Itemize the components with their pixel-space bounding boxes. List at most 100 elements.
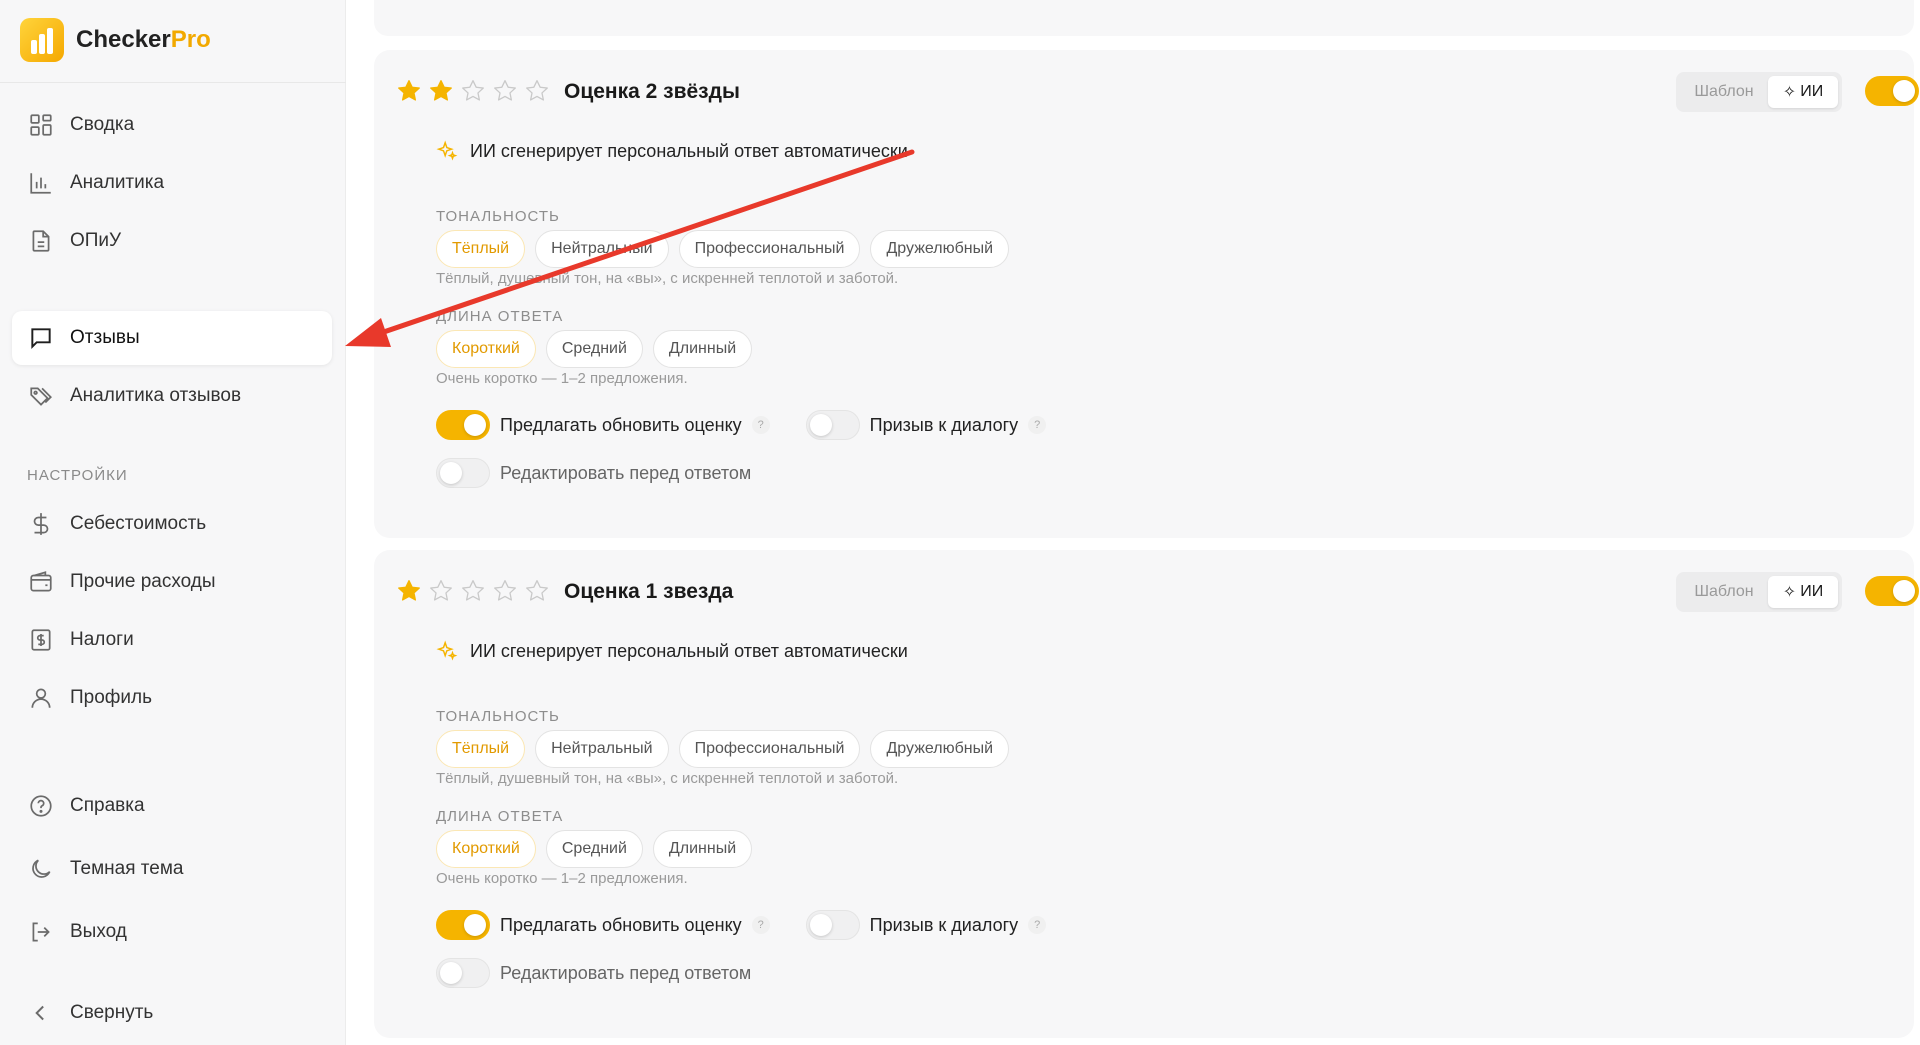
mode-ai-button[interactable]: ✧ ИИ bbox=[1768, 576, 1838, 608]
star-icon bbox=[398, 580, 420, 601]
tone-option-neutral[interactable]: Нейтральный bbox=[535, 730, 669, 768]
card-enabled-toggle[interactable] bbox=[1865, 576, 1919, 606]
tone-hint: Тёплый, душевный тон, на «вы», с искренн… bbox=[436, 770, 899, 787]
rating-card-1-star: Оценка 1 звезда Шаблон ✧ ИИ ИИ сгенерируе… bbox=[374, 550, 1919, 1038]
sidebar-item-review-analytics[interactable]: Аналитика отзывов bbox=[12, 369, 332, 423]
edit-row: Редактировать перед ответом bbox=[436, 458, 751, 488]
star-rating bbox=[396, 578, 550, 604]
tags-icon bbox=[30, 387, 52, 406]
sidebar-item-summary[interactable]: Сводка bbox=[12, 98, 332, 152]
star-empty-icon bbox=[430, 580, 452, 601]
length-hint: Очень коротко — 1–2 предложения. bbox=[436, 370, 688, 387]
dialog-call-label: Призыв к диалогу bbox=[869, 914, 1019, 935]
options-row: Предлагать обновить оценку ? Призыв к ди… bbox=[436, 410, 1047, 440]
card-enabled-toggle[interactable] bbox=[1865, 76, 1919, 106]
tone-option-professional[interactable]: Профессиональный bbox=[678, 730, 861, 768]
mode-switch: Шаблон ✧ ИИ bbox=[1676, 72, 1842, 112]
brand-logo[interactable]: CheckerPro bbox=[20, 18, 211, 62]
update-rating-label: Предлагать обновить оценку bbox=[500, 414, 742, 435]
star-empty-icon bbox=[526, 80, 548, 101]
mode-template-button[interactable]: Шаблон bbox=[1680, 576, 1768, 608]
tone-option-neutral[interactable]: Нейтральный bbox=[535, 230, 669, 268]
star-rating bbox=[396, 78, 550, 104]
ai-info-text: ИИ сгенерирует персональный ответ автома… bbox=[470, 640, 908, 661]
edit-before-reply-toggle[interactable] bbox=[436, 958, 490, 988]
previous-card-bottom bbox=[374, 0, 1914, 36]
sidebar-item-label: Аналитика отзывов bbox=[70, 385, 242, 406]
settings-section-title: НАСТРОЙКИ bbox=[27, 467, 128, 484]
sparkle-icon bbox=[436, 140, 458, 161]
tone-option-warm[interactable]: Тёплый bbox=[436, 730, 526, 768]
length-option-short[interactable]: Короткий bbox=[436, 330, 536, 368]
star-empty-icon bbox=[462, 580, 484, 601]
update-rating-toggle[interactable] bbox=[436, 410, 490, 440]
brand-name: CheckerPro bbox=[76, 26, 211, 53]
star-icon bbox=[430, 80, 452, 101]
length-label: ДЛИНА ОТВЕТА bbox=[436, 808, 564, 825]
tone-option-professional[interactable]: Профессиональный bbox=[678, 230, 861, 268]
dollar-icon bbox=[33, 513, 49, 535]
mode-ai-label: ИИ bbox=[1800, 583, 1824, 600]
help-icon[interactable]: ? bbox=[1028, 916, 1047, 934]
star-icon bbox=[398, 80, 420, 101]
sidebar-collapse-button[interactable]: Свернуть bbox=[12, 986, 332, 1040]
star-empty-icon bbox=[526, 580, 548, 601]
sidebar-item-logout[interactable]: Выход bbox=[12, 905, 332, 959]
sidebar-item-label: Прочие расходы bbox=[70, 571, 216, 592]
dashboard-icon bbox=[30, 114, 52, 136]
sidebar: CheckerPro Сводка Аналитика ОПиУ Отзывы … bbox=[0, 0, 346, 1045]
star-empty-icon bbox=[494, 580, 516, 601]
sidebar-item-cost[interactable]: Себестоимость bbox=[12, 497, 332, 551]
mode-template-button[interactable]: Шаблон bbox=[1680, 76, 1768, 108]
document-icon bbox=[32, 230, 50, 252]
length-option-medium[interactable]: Средний bbox=[545, 830, 643, 868]
sidebar-item-label: Темная тема bbox=[70, 858, 184, 879]
dialog-call-toggle[interactable] bbox=[805, 410, 860, 440]
mode-ai-label: ИИ bbox=[1800, 83, 1824, 100]
sidebar-item-profile[interactable]: Профиль bbox=[12, 671, 332, 725]
star-empty-icon bbox=[494, 80, 516, 101]
sidebar-item-other-expenses[interactable]: Прочие расходы bbox=[12, 555, 332, 609]
star-empty-icon bbox=[462, 80, 484, 101]
sidebar-item-help[interactable]: Справка bbox=[12, 779, 332, 833]
sidebar-item-opiu[interactable]: ОПиУ bbox=[12, 214, 332, 268]
sparkle-icon: ✧ bbox=[1782, 584, 1797, 601]
tone-label: ТОНАЛЬНОСТЬ bbox=[436, 708, 560, 725]
sidebar-item-label: Отзывы bbox=[70, 327, 140, 348]
moon-icon bbox=[32, 859, 51, 878]
dialog-call-label: Призыв к диалогу bbox=[869, 414, 1019, 435]
card-title: Оценка 2 звёзды bbox=[564, 80, 740, 103]
help-icon[interactable]: ? bbox=[751, 416, 770, 434]
help-icon[interactable]: ? bbox=[751, 916, 770, 934]
length-options: Короткий Средний Длинный bbox=[436, 830, 753, 868]
sidebar-item-label: Налоги bbox=[70, 629, 134, 650]
help-icon[interactable]: ? bbox=[1028, 416, 1047, 434]
sidebar-divider bbox=[0, 82, 346, 83]
sidebar-item-taxes[interactable]: Налоги bbox=[12, 613, 332, 667]
update-rating-label: Предлагать обновить оценку bbox=[500, 914, 742, 935]
sidebar-item-label: Профиль bbox=[70, 687, 153, 708]
ai-info-text: ИИ сгенерирует персональный ответ автома… bbox=[470, 140, 908, 161]
sidebar-item-reviews[interactable]: Отзывы bbox=[12, 311, 332, 365]
message-icon bbox=[31, 328, 51, 350]
length-option-long[interactable]: Длинный bbox=[652, 830, 753, 868]
tone-option-warm[interactable]: Тёплый bbox=[436, 230, 526, 268]
tone-option-friendly[interactable]: Дружелюбный bbox=[870, 730, 1010, 768]
mode-ai-button[interactable]: ✧ ИИ bbox=[1768, 76, 1838, 108]
dialog-call-toggle[interactable] bbox=[805, 910, 860, 940]
rating-card-2-stars: Оценка 2 звёзды Шаблон ✧ ИИ ИИ сгенерируе… bbox=[374, 50, 1919, 538]
length-option-short[interactable]: Короткий bbox=[436, 830, 536, 868]
tone-option-friendly[interactable]: Дружелюбный bbox=[870, 230, 1010, 268]
sidebar-item-analytics[interactable]: Аналитика bbox=[12, 156, 332, 210]
edit-before-reply-toggle[interactable] bbox=[436, 458, 490, 488]
sidebar-item-dark-theme[interactable]: Темная тема bbox=[12, 842, 332, 896]
bar-chart-icon bbox=[30, 173, 51, 194]
length-label: ДЛИНА ОТВЕТА bbox=[436, 308, 564, 325]
tone-label: ТОНАЛЬНОСТЬ bbox=[436, 208, 560, 225]
length-option-long[interactable]: Длинный bbox=[652, 330, 753, 368]
length-option-medium[interactable]: Средний bbox=[545, 330, 643, 368]
ai-info: ИИ сгенерирует персональный ответ автома… bbox=[436, 640, 908, 662]
update-rating-toggle[interactable] bbox=[436, 910, 490, 940]
edit-row: Редактировать перед ответом bbox=[436, 958, 751, 988]
mode-switch: Шаблон ✧ ИИ bbox=[1676, 572, 1842, 612]
